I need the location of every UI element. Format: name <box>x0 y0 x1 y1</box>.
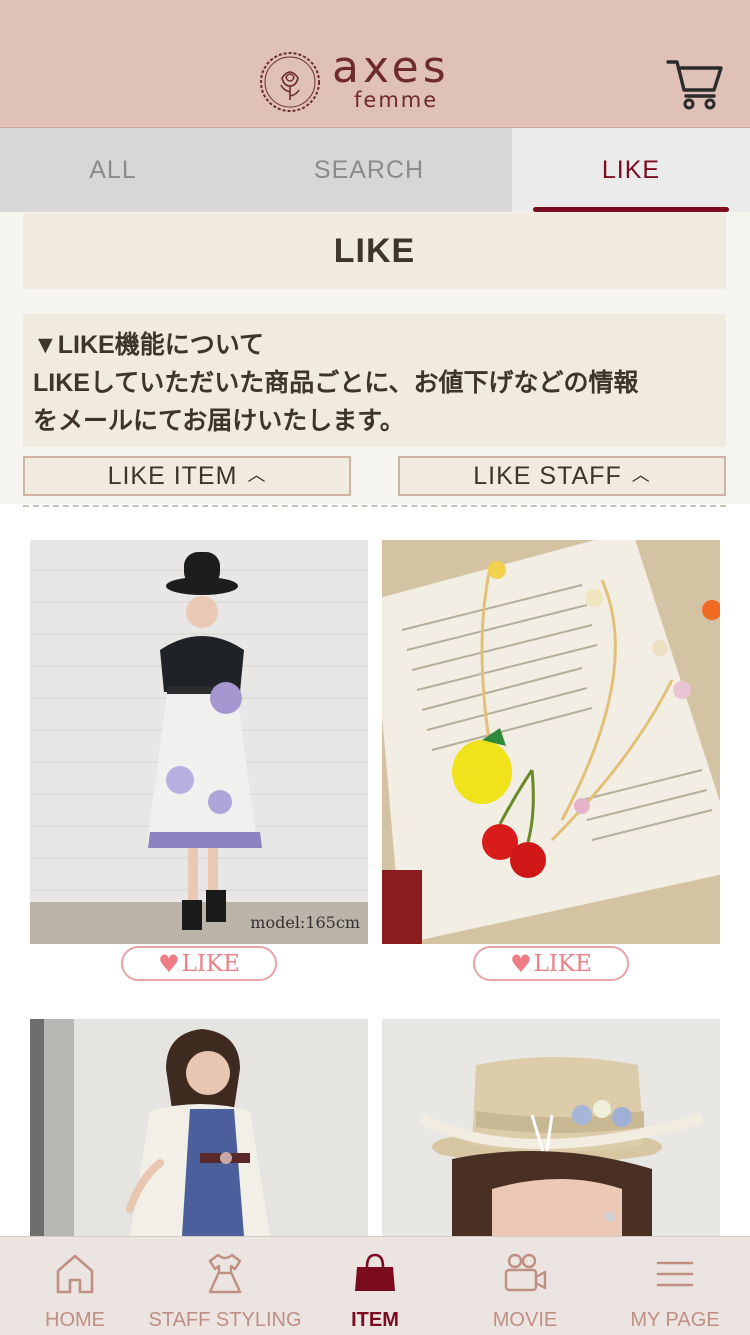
like-button[interactable]: ♥ LIKE <box>473 946 629 981</box>
like-button-label: LIKE <box>533 950 592 977</box>
rose-icon <box>260 52 320 112</box>
bag-icon <box>355 1253 395 1291</box>
info-line: をメールにてお届けいたします。 <box>33 407 405 435</box>
home-icon <box>56 1254 94 1294</box>
video-camera-icon <box>504 1253 547 1292</box>
logo-text: axes <box>332 42 450 93</box>
nav-home-label: HOME <box>45 1309 105 1331</box>
nav-my-page-label: MY PAGE <box>630 1309 720 1331</box>
nav-movie[interactable]: MOVIE <box>450 1237 600 1335</box>
heart-icon: ♥ <box>510 949 532 978</box>
product-card <box>382 1019 720 1236</box>
info-line: LIKEしていただいた商品ごとに、お値下げなどの情報 <box>33 369 639 397</box>
product-card <box>30 1019 368 1236</box>
app-header: axes femme <box>0 0 750 128</box>
like-button-label: LIKE <box>181 950 240 977</box>
brand-logo[interactable]: axes femme <box>258 42 468 116</box>
heart-icon: ♥ <box>158 949 180 978</box>
bottom-navigation: HOME STAFF STYLING ITEM MOVIE MY PAGE <box>0 1236 750 1335</box>
product-image[interactable] <box>382 1019 720 1236</box>
tab-like[interactable]: LIKE <box>512 128 750 212</box>
nav-staff-styling-label: STAFF STYLING <box>148 1309 302 1331</box>
nav-movie-label: MOVIE <box>492 1309 558 1331</box>
nav-item[interactable]: ITEM <box>300 1237 450 1335</box>
menu-icon <box>656 1261 694 1287</box>
like-staff-toggle-button[interactable]: LIKE STAFF ︿ <box>398 456 726 496</box>
nav-home[interactable]: HOME <box>0 1237 150 1335</box>
dashed-divider <box>23 505 726 507</box>
product-image[interactable]: model:165cm <box>30 540 368 944</box>
tab-like-label: LIKE <box>601 155 661 184</box>
logo-subtext: femme <box>354 88 439 112</box>
product-image[interactable] <box>30 1019 368 1236</box>
product-card: model:165cm ♥ LIKE <box>30 540 368 985</box>
tab-search[interactable]: SEARCH <box>226 128 512 212</box>
like-item-toggle-button[interactable]: LIKE ITEM ︿ <box>23 456 351 496</box>
like-item-toggle-label: LIKE ITEM <box>107 461 238 490</box>
model-height-label: model:165cm <box>250 913 360 932</box>
chevron-up-icon: ︿ <box>631 465 651 485</box>
nav-my-page[interactable]: MY PAGE <box>600 1237 750 1335</box>
chevron-up-icon: ︿ <box>247 465 267 485</box>
cart-icon[interactable] <box>666 58 724 110</box>
nav-item-label: ITEM <box>351 1309 399 1331</box>
product-card: ♥ LIKE <box>382 540 720 985</box>
product-image[interactable] <box>382 540 720 944</box>
page-title: LIKE <box>23 213 726 289</box>
tab-bar: ALL SEARCH LIKE <box>0 128 750 212</box>
like-button[interactable]: ♥ LIKE <box>121 946 277 981</box>
like-staff-toggle-label: LIKE STAFF <box>473 461 622 490</box>
info-line: ▼LIKE機能について <box>33 331 264 359</box>
tab-all[interactable]: ALL <box>0 128 226 212</box>
like-info-box: ▼LIKE機能について LIKEしていただいた商品ごとに、お値下げなどの情報 を… <box>23 314 726 447</box>
nav-staff-styling[interactable]: STAFF STYLING <box>148 1237 302 1335</box>
dress-icon <box>208 1253 242 1294</box>
